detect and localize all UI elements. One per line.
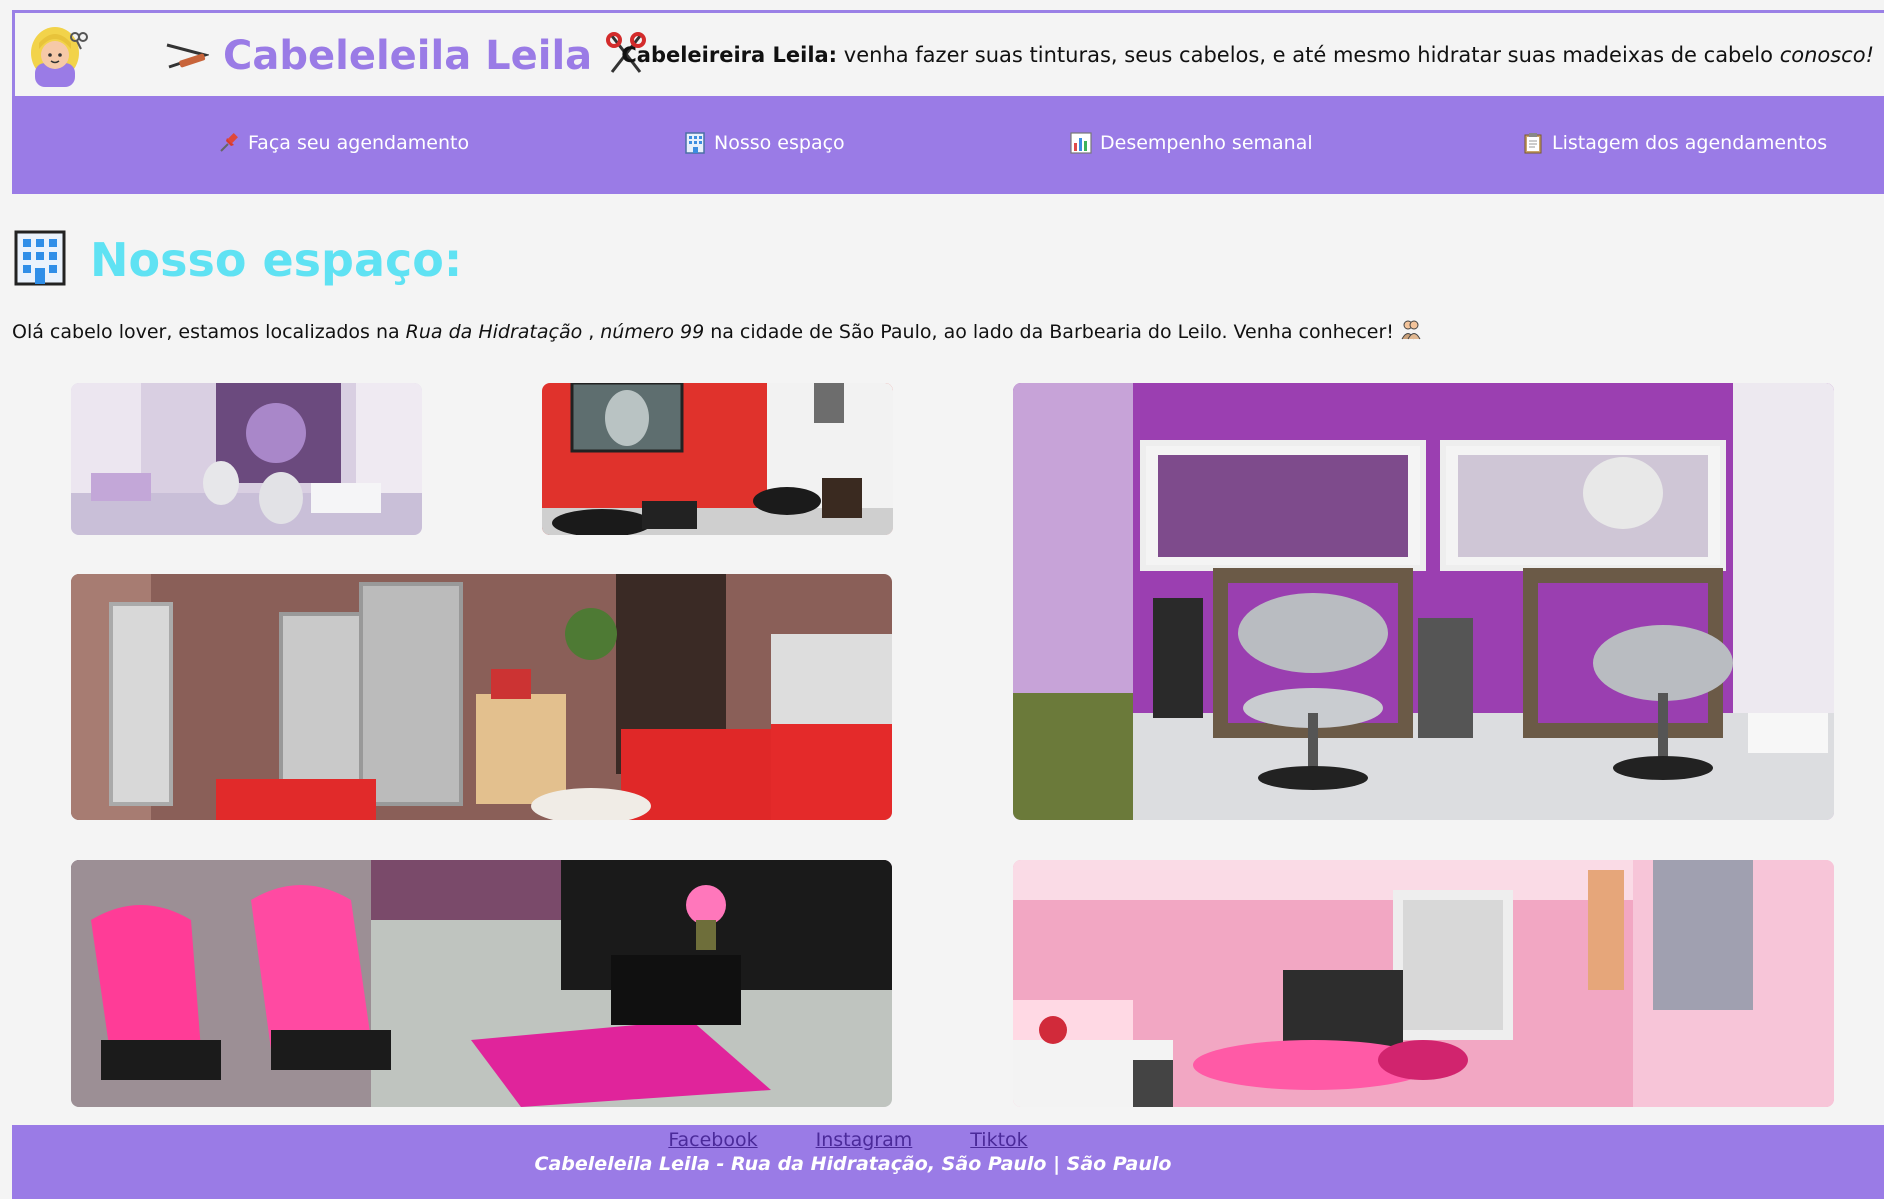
nav-item-desempenho[interactable]: Desempenho semanal (1070, 132, 1313, 154)
salon-photo-pink-panorama (1013, 860, 1834, 1107)
intro-text: Olá cabelo lover, estamos localizados na… (12, 318, 1422, 345)
footer-link-facebook[interactable]: Facebook (668, 1129, 757, 1151)
footer-links: Facebook Instagram Tiktok (0, 1125, 1884, 1151)
brand: Cabeleleila Leila (165, 31, 647, 81)
footer-note: Cabeleleila Leila - Rua da Hidratação, S… (534, 1153, 1172, 1175)
salon-photo-pink-chairs (71, 860, 892, 1107)
footer-link-instagram[interactable]: Instagram (816, 1129, 913, 1151)
nav-item-nosso-espaco[interactable]: Nosso espaço (684, 132, 845, 154)
people-hugging-icon (1400, 318, 1422, 345)
brand-title: Cabeleleila Leila (223, 33, 593, 79)
pushpin-icon (218, 132, 240, 154)
intro-part: Olá cabelo lover, estamos localizados na (12, 320, 400, 343)
salon-photo-red-wall (542, 383, 893, 535)
building-icon (684, 132, 706, 154)
site-header: Cabeleleila Leila Cabeleireira Leila: ve… (12, 10, 1884, 96)
nav-item-listagem[interactable]: Listagem dos agendamentos (1522, 132, 1827, 154)
footer-link-tiktok[interactable]: Tiktok (970, 1129, 1027, 1151)
page-title: Nosso espaço: (90, 233, 463, 287)
razor-icon (165, 39, 211, 73)
tagline-text: venha fazer suas tinturas, seus cabelos,… (843, 43, 1773, 67)
nav-item-label: Desempenho semanal (1100, 132, 1313, 154)
intro-part: , (588, 320, 595, 343)
tagline-italic: conosco! (1779, 43, 1874, 67)
salon-photo-lilac-wash-room (71, 383, 422, 535)
main-nav: Faça seu agendamento Nosso espaço Desemp… (12, 96, 1884, 194)
site-footer: Facebook Instagram Tiktok Cabeleleila Le… (12, 1125, 1884, 1199)
building-icon (12, 230, 68, 290)
bar-chart-icon (1070, 132, 1092, 154)
nav-item-label: Nosso espaço (714, 132, 845, 154)
hairdresser-icon (25, 23, 89, 87)
intro-number: número 99 (600, 320, 705, 343)
intro-part: na cidade de São Paulo, ao lado da Barbe… (710, 320, 1394, 343)
tagline-strong: Cabeleireira Leila: (621, 43, 838, 67)
nav-item-agendamento[interactable]: Faça seu agendamento (218, 132, 469, 154)
salon-photo-purple-stations (1013, 383, 1834, 820)
nav-item-label: Listagem dos agendamentos (1552, 132, 1828, 154)
salon-photo-mirrors-red-chairs (71, 574, 892, 820)
nav-item-label: Faça seu agendamento (248, 132, 470, 154)
clipboard-icon (1522, 132, 1544, 154)
section-heading: Nosso espaço: (12, 230, 462, 290)
intro-street: Rua da Hidratação (405, 320, 583, 343)
tagline: Cabeleireira Leila: venha fazer suas tin… (621, 43, 1874, 67)
